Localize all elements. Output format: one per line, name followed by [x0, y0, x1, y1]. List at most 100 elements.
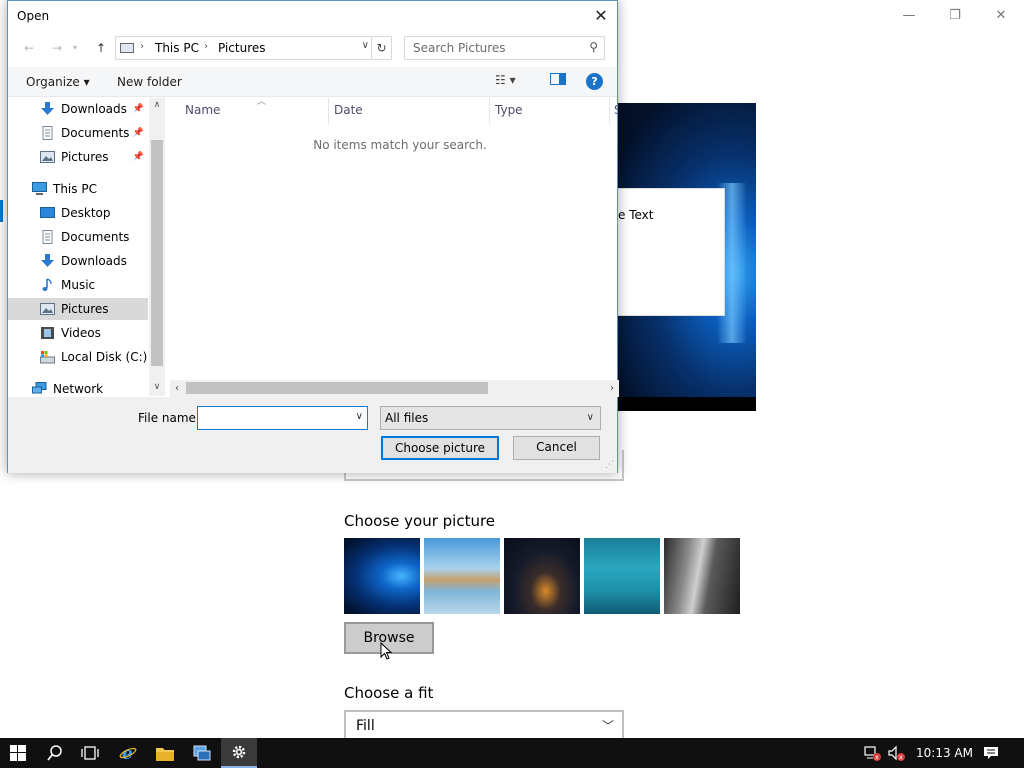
videos-icon [41, 327, 54, 339]
nav-item-label: Network [53, 382, 104, 396]
file-name-label: File name: [138, 411, 200, 425]
dialog-titlebar[interactable]: Open ✕ [8, 1, 617, 32]
settings-taskbar-button[interactable] [221, 738, 257, 768]
refresh-icon[interactable]: ↻ [371, 37, 391, 59]
sort-ascending-icon: ︿ [257, 97, 267, 107]
nav-item-documents-quick[interactable]: Documents 📌 [8, 122, 148, 144]
search-input[interactable] [405, 37, 580, 59]
nav-item-music[interactable]: Music [8, 274, 148, 296]
help-icon[interactable]: ? [586, 73, 603, 90]
column-header-type[interactable]: Type [495, 103, 523, 117]
clock[interactable]: 10:13 AM [916, 738, 973, 768]
up-arrow-icon[interactable]: ↑ [92, 39, 110, 57]
scroll-up-icon[interactable]: ∧ [149, 100, 165, 114]
preview-text: e Text [618, 208, 654, 222]
nav-item-this-pc[interactable]: This PC [8, 178, 148, 200]
document-icon [42, 230, 53, 244]
nav-item-downloads-quick[interactable]: Downloads 📌 [8, 98, 148, 120]
choose-fit-label: Choose a fit [344, 684, 434, 702]
thumbnail-rock-face[interactable] [664, 538, 740, 614]
address-bar[interactable]: › This PC › Pictures ∨ ↻ [115, 36, 392, 60]
file-name-combobox[interactable]: ∨ [197, 406, 368, 430]
nav-item-pictures-quick[interactable]: Pictures 📌 [8, 146, 148, 168]
breadcrumb-separator-icon[interactable]: › [140, 41, 144, 52]
pictures-icon [40, 151, 55, 163]
scrollbar-thumb[interactable] [151, 140, 163, 366]
file-name-input[interactable] [198, 407, 348, 429]
svg-text:e: e [122, 744, 133, 762]
search-icon [47, 745, 62, 761]
navigation-row: ← → ▾ ↑ › This PC › Pictures ∨ ↻ ⚲ [8, 35, 617, 63]
preview-pane-icon[interactable] [550, 73, 566, 88]
thumbnail-beach-rocks[interactable] [424, 538, 500, 614]
nav-item-label: Downloads [61, 102, 127, 116]
maximize-button[interactable]: ❐ [935, 6, 975, 26]
column-header-name[interactable]: Name [185, 103, 220, 117]
nav-item-documents[interactable]: Documents [8, 226, 148, 248]
column-header-date[interactable]: Date [334, 103, 363, 117]
nav-item-pictures[interactable]: Pictures [8, 298, 148, 320]
view-options-icon[interactable]: ☷ ▾ [495, 73, 516, 87]
forward-arrow-icon[interactable]: → [48, 39, 66, 57]
search-button[interactable] [37, 738, 73, 768]
chevron-down-icon[interactable]: ∨ [362, 40, 369, 51]
nav-item-desktop[interactable]: Desktop [8, 202, 148, 224]
nav-item-label: Desktop [61, 206, 111, 220]
network-status[interactable]: x [864, 738, 882, 768]
new-folder-button[interactable]: New folder [117, 75, 182, 89]
svg-text:x: x [899, 754, 903, 762]
pin-icon: 📌 [132, 128, 144, 138]
choose-picture-button[interactable]: Choose picture [381, 436, 499, 460]
empty-state-message: No items match your search. [313, 138, 487, 152]
dialog-close-button[interactable]: ✕ [589, 4, 613, 28]
thumbnail-night-sky[interactable] [504, 538, 580, 614]
minimize-button[interactable]: — [889, 6, 929, 26]
file-explorer-button[interactable] [147, 738, 183, 768]
pc-icon [120, 43, 134, 53]
download-arrow-icon [41, 254, 54, 267]
scroll-left-icon[interactable]: ‹ [170, 380, 184, 397]
file-list-scrollbar[interactable]: ‹ › [170, 380, 619, 397]
chevron-down-icon[interactable]: ∨ [356, 411, 363, 422]
back-arrow-icon[interactable]: ← [20, 39, 38, 57]
server-manager-icon [193, 745, 211, 761]
nav-item-label: Videos [61, 326, 101, 340]
internet-explorer-button[interactable]: e [110, 738, 146, 768]
start-button[interactable] [0, 738, 36, 768]
breadcrumb-this-pc[interactable]: This PC [155, 41, 199, 55]
volume-status[interactable]: x [888, 738, 906, 768]
scroll-down-icon[interactable]: ∨ [149, 382, 165, 396]
volume-muted-icon: x [888, 745, 905, 762]
nav-item-videos[interactable]: Videos [8, 322, 148, 344]
gear-icon [232, 745, 246, 759]
resize-grip-icon[interactable]: ⋰ [605, 460, 614, 470]
navigation-pane-scrollbar[interactable]: ∧ ∨ [149, 98, 165, 396]
file-list[interactable]: ︿ Name Date Type S No items match your s… [165, 97, 617, 380]
organize-menu[interactable]: Organize ▾ [26, 75, 90, 89]
document-icon [42, 126, 53, 140]
column-header-size[interactable]: S [614, 103, 617, 117]
file-type-select[interactable]: All files ∨ [380, 406, 601, 430]
search-box[interactable]: ⚲ [404, 36, 605, 60]
nav-item-downloads[interactable]: Downloads [8, 250, 148, 272]
action-center-button[interactable] [983, 738, 999, 768]
breadcrumb-separator-icon[interactable]: › [204, 41, 208, 52]
music-icon [42, 278, 52, 291]
disk-icon [40, 351, 55, 364]
recent-locations-chevron-icon[interactable]: ▾ [70, 39, 80, 57]
thumbnail-underwater[interactable] [584, 538, 660, 614]
column-divider [609, 98, 610, 124]
control-panel-button[interactable] [184, 738, 220, 768]
task-view-button[interactable] [72, 738, 108, 768]
thumbnail-windows-hero[interactable] [344, 538, 420, 614]
dialog-title: Open [17, 9, 50, 23]
pc-icon [32, 182, 47, 195]
cancel-button[interactable]: Cancel [513, 436, 600, 460]
breadcrumb-pictures[interactable]: Pictures [218, 41, 266, 55]
close-window-button[interactable]: ✕ [981, 6, 1021, 26]
nav-item-network[interactable]: Network [8, 378, 148, 396]
preview-notification-card: e Text [617, 188, 725, 316]
nav-item-local-disk[interactable]: Local Disk (C:) [8, 346, 148, 368]
scroll-right-icon[interactable]: › [605, 380, 619, 397]
scrollbar-thumb[interactable] [186, 382, 488, 394]
